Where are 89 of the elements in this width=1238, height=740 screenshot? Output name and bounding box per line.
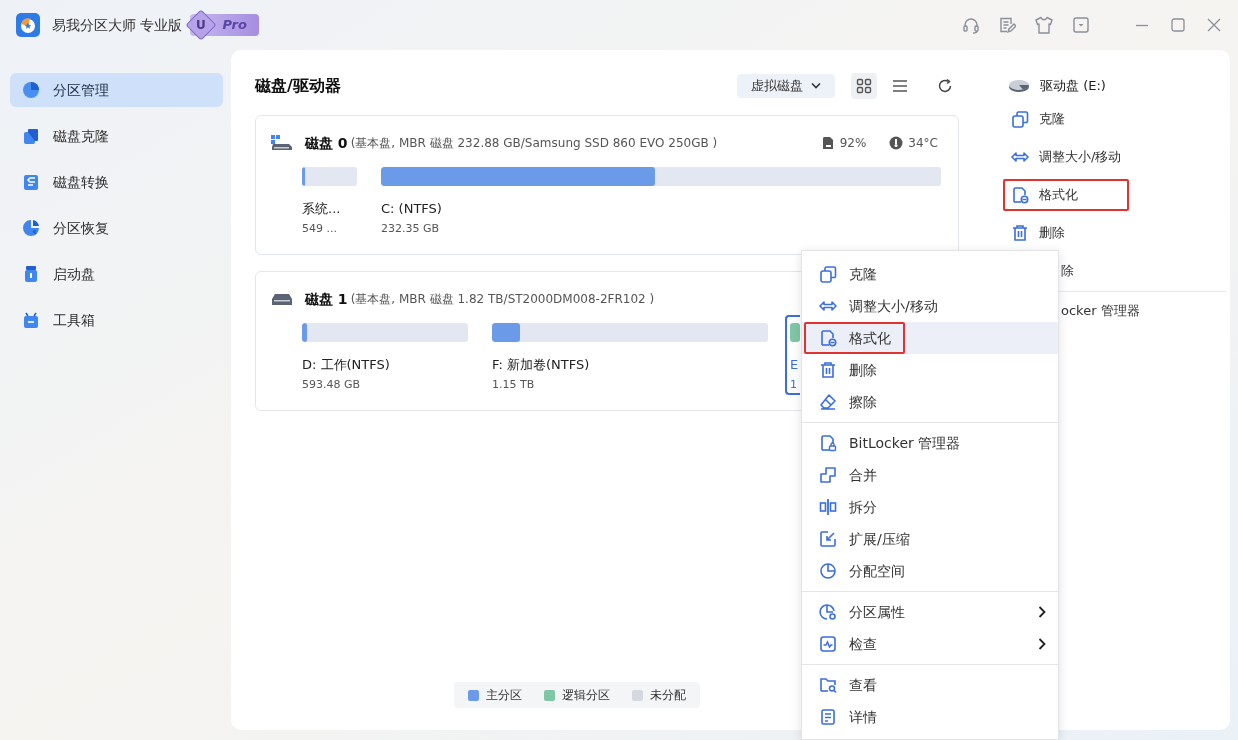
- menu-item[interactable]: 扩展/压缩: [802, 523, 1058, 555]
- disk-details: (基本盘, MBR 磁盘 1.82 TB/ST2000DM008-2FR102 ): [350, 291, 655, 308]
- menu-item[interactable]: 拆分: [802, 491, 1058, 523]
- partition-label: 系统...: [302, 200, 342, 218]
- disk-name: 磁盘 1: [305, 289, 348, 309]
- chevron-right-icon: [1038, 638, 1046, 650]
- document-icon: [819, 708, 837, 726]
- headset-icon[interactable]: [962, 16, 980, 34]
- sidebar-item[interactable]: 磁盘克隆: [10, 119, 223, 153]
- menu-item[interactable]: 分配空间: [802, 555, 1058, 587]
- chevron-down-icon: [811, 82, 821, 90]
- maximize-icon[interactable]: [1170, 17, 1186, 33]
- app-logo-icon: [16, 13, 40, 37]
- partition-size: 593.48 GB: [302, 376, 362, 393]
- partition-size: 1: [790, 376, 798, 393]
- menu-item[interactable]: 擦除: [802, 386, 1058, 418]
- pie-chart-icon: [22, 81, 40, 99]
- disk-details: (基本盘, MBR 磁盘 232.88 GB/Samsung SSD 860 EVO 250GB ): [350, 135, 718, 152]
- sidebar-item[interactable]: 工具箱: [10, 303, 223, 337]
- partition-label: D: 工作(NTFS): [302, 356, 391, 374]
- menu-item[interactable]: 检查: [802, 628, 1058, 660]
- badge-text: Pro: [222, 16, 247, 35]
- dropdown-square-icon[interactable]: [1072, 16, 1090, 34]
- merge-icon: [819, 466, 837, 484]
- usb-drive-icon: [22, 265, 40, 283]
- close-icon[interactable]: [1206, 17, 1222, 33]
- sidebar-item[interactable]: 磁盘转换: [10, 165, 223, 199]
- action-item[interactable]: 克隆: [1004, 100, 1226, 138]
- sidebar-item[interactable]: 分区管理: [10, 73, 223, 107]
- menu-item[interactable]: 分区属性: [802, 596, 1058, 628]
- menu-item[interactable]: 详情: [802, 701, 1058, 733]
- menu-item[interactable]: 合并: [802, 459, 1058, 491]
- menu-label: 格式化: [849, 328, 891, 348]
- folder-search-icon: [819, 676, 837, 694]
- edit-note-icon[interactable]: [998, 16, 1016, 34]
- trash-icon: [1011, 224, 1029, 242]
- disk-name: 磁盘 0: [305, 133, 348, 153]
- app-title: 易我分区大师 专业版: [52, 15, 183, 35]
- drive-health-icon: [820, 136, 835, 150]
- pulse-icon: [819, 635, 837, 653]
- grid-view-button[interactable]: [851, 73, 877, 99]
- shirt-icon[interactable]: [1034, 16, 1054, 34]
- trash-icon: [819, 361, 837, 379]
- pie-icon: [819, 562, 837, 580]
- partition-label: C: (NTFS): [381, 200, 443, 218]
- badge-letter: U: [185, 9, 217, 41]
- grid-icon: [856, 78, 872, 94]
- legend-label: 未分配: [650, 687, 686, 704]
- partition-label: E: [790, 356, 800, 374]
- drive-title: 驱动盘 (E:): [1040, 77, 1106, 96]
- menu-item[interactable]: 格式化: [802, 322, 1058, 354]
- chevron-right-icon: [1038, 606, 1046, 618]
- sidebar-item[interactable]: 分区恢复: [10, 211, 223, 245]
- action-item[interactable]: 删除: [1004, 214, 1226, 252]
- health-reading: 92%: [839, 135, 867, 152]
- copy-icon: [1011, 110, 1029, 128]
- legend-label: 逻辑分区: [562, 687, 610, 704]
- action-item[interactable]: 调整大小/移动: [1004, 138, 1226, 176]
- partition-label: F: 新加卷(NTFS): [492, 356, 591, 374]
- section-title: 磁盘/驱动器: [255, 75, 341, 97]
- menu-item[interactable]: BitLocker 管理器: [802, 427, 1058, 459]
- refresh-icon: [937, 78, 953, 94]
- virtual-disk-dropdown[interactable]: 虚拟磁盘: [737, 74, 835, 98]
- partition-size: 1.15 TB: [492, 376, 536, 393]
- partition-size: 549 ...: [302, 220, 338, 237]
- toolbox-icon: [22, 311, 40, 329]
- menu-item[interactable]: 查看: [802, 669, 1058, 701]
- sidebar-item[interactable]: 启动盘: [10, 257, 223, 291]
- drive-icon: [1008, 79, 1030, 93]
- action-label: 格式化: [1039, 186, 1078, 205]
- legend-label: 主分区: [486, 687, 522, 704]
- drive-format-icon: [1011, 186, 1029, 204]
- split-icon: [819, 498, 837, 516]
- temperature-reading: 34°C: [908, 135, 938, 152]
- menu-item[interactable]: 删除: [802, 354, 1058, 386]
- extend-icon: [819, 530, 837, 548]
- partition-size: 232.35 GB: [381, 220, 441, 237]
- disk-drive-icon: [271, 135, 293, 151]
- copy-icon: [819, 265, 837, 283]
- pie-gear-icon: [819, 603, 837, 621]
- convert-icon: [22, 173, 40, 191]
- list-icon: [892, 78, 908, 94]
- action-item[interactable]: 格式化: [1004, 176, 1226, 214]
- copy-icon: [22, 127, 40, 145]
- disk-drive-icon: [271, 291, 293, 307]
- drive-format-icon: [819, 329, 837, 347]
- pie-arrow-icon: [22, 219, 40, 237]
- eraser-icon: [819, 393, 837, 411]
- drive-lock-icon: [819, 434, 837, 452]
